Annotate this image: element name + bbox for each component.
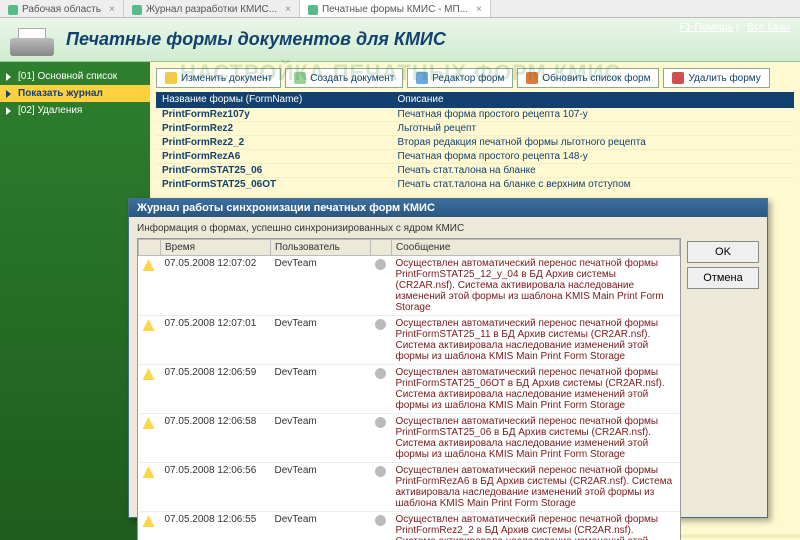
modal-overlay: Журнал работы синхронизации печатных фор… [0,0,800,540]
col-message[interactable]: Сообщение [392,240,680,256]
warning-icon [143,417,155,429]
log-row[interactable]: 07.05.2008 12:07:02DevTeamОсуществлен ав… [139,256,680,316]
col-time[interactable]: Время [161,240,271,256]
log-row[interactable]: 07.05.2008 12:06:58DevTeamОсуществлен ав… [139,414,680,463]
dialog-info-text: Информация о формах, успешно синхронизир… [137,223,681,234]
gear-icon [375,319,386,330]
log-table-wrapper[interactable]: Время Пользователь Сообщение 07.05.2008 … [137,238,681,540]
gear-icon [375,466,386,477]
sync-log-dialog: Журнал работы синхронизации печатных фор… [128,198,768,518]
cancel-button[interactable]: Отмена [687,267,759,289]
gear-icon [375,368,386,379]
gear-icon [375,259,386,270]
gear-icon [375,417,386,428]
col-user[interactable]: Пользователь [271,240,371,256]
warning-icon [143,368,155,380]
ok-button[interactable]: OK [687,241,759,263]
log-row[interactable]: 07.05.2008 12:06:59DevTeamОсуществлен ав… [139,365,680,414]
gear-icon [375,515,386,526]
log-row[interactable]: 07.05.2008 12:07:01DevTeamОсуществлен ав… [139,316,680,365]
log-row[interactable]: 07.05.2008 12:06:56DevTeamОсуществлен ав… [139,463,680,512]
warning-icon [143,319,155,331]
col-icon [139,240,161,256]
col-msg-icon [371,240,392,256]
dialog-title: Журнал работы синхронизации печатных фор… [129,199,767,217]
warning-icon [143,515,155,527]
warning-icon [143,259,155,271]
warning-icon [143,466,155,478]
log-row[interactable]: 07.05.2008 12:06:55DevTeamОсуществлен ав… [139,512,680,540]
